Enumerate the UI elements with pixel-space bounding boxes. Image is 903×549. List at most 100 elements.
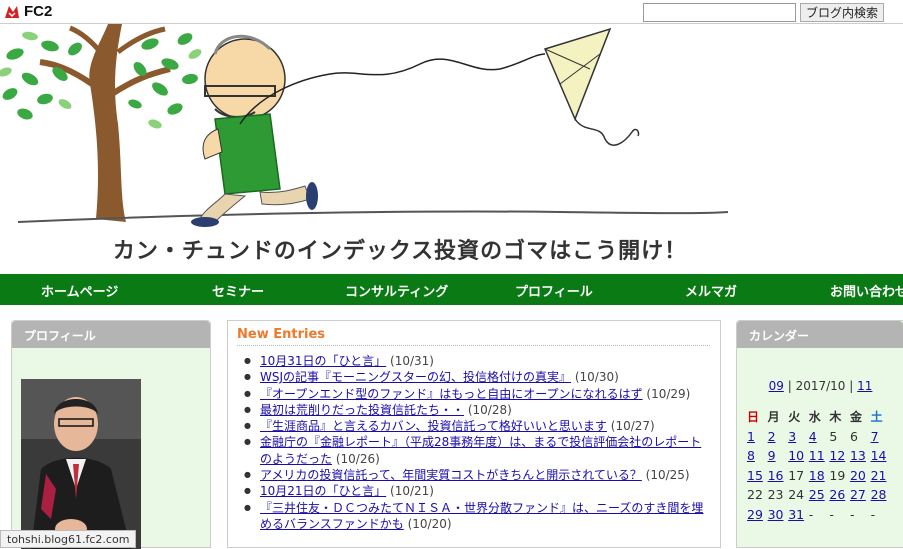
list-item: WSJの記事『モーニングスターの幻、投信格付けの真実』 (10/30)	[242, 369, 712, 386]
blog-search-input[interactable]	[643, 3, 796, 22]
list-item: 『オープンエンド型のファンド』はもっと自由にオープンになれるはず (10/29)	[242, 386, 712, 403]
calendar-day: -	[829, 506, 834, 522]
nav-item-contact[interactable]: お問い合わせ	[830, 281, 903, 300]
calendar-day: 24	[788, 487, 805, 503]
calendar-day-cell: 27	[850, 485, 871, 505]
calendar-day-cell: -	[871, 505, 892, 525]
calendar-day-link[interactable]: 18	[809, 468, 825, 483]
nav-item-seminar[interactable]: セミナー	[212, 281, 264, 300]
list-item: 金融庁の『金融レポート』（平成28事務年度）は、まるで投信評価会社のレポートのよ…	[242, 434, 712, 467]
calendar-day-cell: 30	[768, 505, 789, 525]
calendar-day-link[interactable]: 26	[829, 487, 845, 502]
calendar-panel: カレンダー 09 | 2017/10 | 11 日 月 火 水 木 金 土 12…	[736, 320, 903, 548]
entry-link[interactable]: 『オープンエンド型のファンド』はもっと自由にオープンになれるはず	[260, 387, 643, 401]
list-item: 10月21日の「ひと言」 (10/21)	[242, 483, 712, 500]
calendar-day-cell: 19	[829, 466, 850, 486]
entry-date: (10/25)	[645, 468, 690, 483]
calendar-day-cell: -	[829, 505, 850, 525]
list-item: 最初は荒削りだった投資信託たち・・ (10/28)	[242, 402, 712, 419]
calendar-day-link[interactable]: 7	[871, 429, 879, 444]
list-item: 『生涯商品』と言えるカバン、投資信託って格好いいと思います (10/27)	[242, 418, 712, 435]
calendar-day-cell: 5	[829, 427, 850, 447]
calendar-day-cell: 9	[768, 446, 789, 466]
calendar-prev-month-link[interactable]: 09	[769, 379, 784, 393]
calendar-day-link[interactable]: 31	[788, 507, 804, 522]
main-nav: ホームページ セミナー コンサルティング プロフィール メルマガ お問い合わせ	[0, 274, 903, 305]
weekday-header: 木	[829, 410, 842, 425]
calendar-day-cell: 26	[829, 485, 850, 505]
calendar-day-link[interactable]: 13	[850, 448, 866, 463]
calendar-day-link[interactable]: 28	[871, 487, 887, 502]
calendar-day-link[interactable]: 14	[871, 448, 887, 463]
nav-item-home[interactable]: ホームページ	[41, 281, 118, 300]
calendar-day-link[interactable]: 20	[850, 468, 866, 483]
calendar-panel-title: カレンダー	[737, 321, 903, 348]
fc2-logo[interactable]: FC2	[3, 3, 52, 20]
entry-link[interactable]: WSJの記事『モーニングスターの幻、投信格付けの真実』	[260, 370, 571, 384]
calendar-day-link[interactable]: 27	[850, 487, 866, 502]
header-illustration	[0, 24, 729, 227]
entry-date: (10/31)	[390, 354, 434, 368]
calendar-day: 6	[849, 428, 858, 444]
calendar-day: 19	[829, 467, 846, 483]
calendar-day-link[interactable]: 2	[768, 429, 776, 444]
entries-list: 10月31日の「ひと言」 (10/31) WSJの記事『モーニングスターの幻、投…	[242, 353, 712, 532]
calendar-day-cell: 25	[809, 485, 830, 505]
calendar-day-link[interactable]: 4	[809, 429, 817, 444]
nav-item-consulting[interactable]: コンサルティング	[345, 281, 448, 300]
calendar-day-link[interactable]: 29	[747, 507, 763, 522]
calendar-day-cell: 1	[747, 427, 768, 447]
profile-panel-title: プロフィール	[12, 321, 210, 348]
calendar-day-link[interactable]: 25	[809, 487, 825, 502]
entry-link[interactable]: アメリカの投資信託って、年間実質コストがきちんと開示されている？	[260, 468, 642, 482]
list-item: アメリカの投資信託って、年間実質コストがきちんと開示されている？ (10/25)	[242, 467, 712, 484]
calendar-day-link[interactable]: 3	[788, 429, 796, 444]
calendar-day-cell: 31	[788, 505, 809, 525]
calendar-separator: |	[787, 379, 792, 393]
calendar-day-cell: 16	[768, 466, 789, 486]
calendar-body: 1 2 3 4 5 6 7 8 9 10 11 12 13 14 15 16 17 18 19 20 21 22 23 24 2…	[747, 427, 891, 525]
calendar-day-cell: 12	[829, 446, 850, 466]
calendar-week-row: 15 16 17 18 19 20 21	[747, 466, 891, 486]
entry-link[interactable]: 10月21日の「ひと言」	[260, 484, 386, 498]
entry-link[interactable]: 10月31日の「ひと言」	[260, 354, 386, 368]
entry-link[interactable]: 金融庁の『金融レポート』（平成28事務年度）は、まるで投信評価会社のレポートのよ…	[260, 435, 701, 465]
title-divider	[237, 345, 710, 346]
calendar-day-link[interactable]: 15	[747, 468, 763, 483]
entry-date: (10/26)	[335, 451, 380, 466]
calendar-day-link[interactable]: 21	[871, 468, 887, 483]
calendar-week-row: 1234567	[747, 427, 891, 447]
calendar-day-link[interactable]: 30	[768, 507, 784, 522]
calendar-day: -	[849, 506, 855, 522]
calendar-day-link[interactable]: 9	[768, 448, 776, 463]
calendar-day-link[interactable]: 12	[829, 448, 845, 463]
calendar-day-cell: 2	[768, 427, 789, 447]
calendar-day-cell: 29	[747, 505, 768, 525]
entry-link[interactable]: 『三井住友・ＤＣつみたてＮＩＳＡ・世界分散ファンド』は、ニーズのすき間を埋めるバ…	[260, 501, 703, 531]
calendar-day-link[interactable]: 11	[809, 448, 825, 463]
blog-search-button[interactable]: ブログ内検索	[800, 3, 884, 22]
calendar-grid: 日 月 火 水 木 金 土 1 2 3 4 5 6 7 8 9 10 11 12 13 14 15 16 17 1…	[747, 407, 891, 524]
list-item: 『三井住友・ＤＣつみたてＮＩＳＡ・世界分散ファンド』は、ニーズのすき間を埋めるバ…	[242, 500, 712, 533]
calendar-current-month: 2017/10	[795, 379, 846, 393]
calendar-day-cell: 18	[809, 466, 830, 486]
calendar-day-cell: -	[809, 505, 830, 525]
weekday-header: 月	[767, 410, 780, 425]
entry-link[interactable]: 『生涯商品』と言えるカバン、投資信託って格好いいと思います	[260, 419, 607, 433]
entry-link[interactable]: 最初は荒削りだった投資信託たち・・	[260, 403, 464, 417]
kite-illustration	[543, 27, 640, 146]
calendar-day: 5	[829, 428, 838, 444]
calendar-day-cell: 21	[871, 466, 892, 486]
calendar-next-month-link[interactable]: 11	[857, 379, 872, 393]
nav-item-profile[interactable]: プロフィール	[515, 281, 593, 300]
list-item: 10月31日の「ひと言」 (10/31)	[242, 353, 712, 370]
calendar-day-link[interactable]: 8	[747, 448, 755, 463]
calendar-day-cell: 10	[788, 446, 809, 466]
calendar-day-link[interactable]: 1	[747, 429, 755, 444]
calendar-day-cell: 7	[871, 427, 892, 447]
calendar-day: -	[870, 506, 876, 522]
calendar-day-link[interactable]: 10	[788, 448, 804, 463]
nav-item-mailmag[interactable]: メルマガ	[685, 281, 737, 300]
site-title[interactable]: カン・チュンドのインデックス投資のゴマはこう開け！	[0, 233, 800, 265]
calendar-day-link[interactable]: 16	[768, 468, 784, 483]
